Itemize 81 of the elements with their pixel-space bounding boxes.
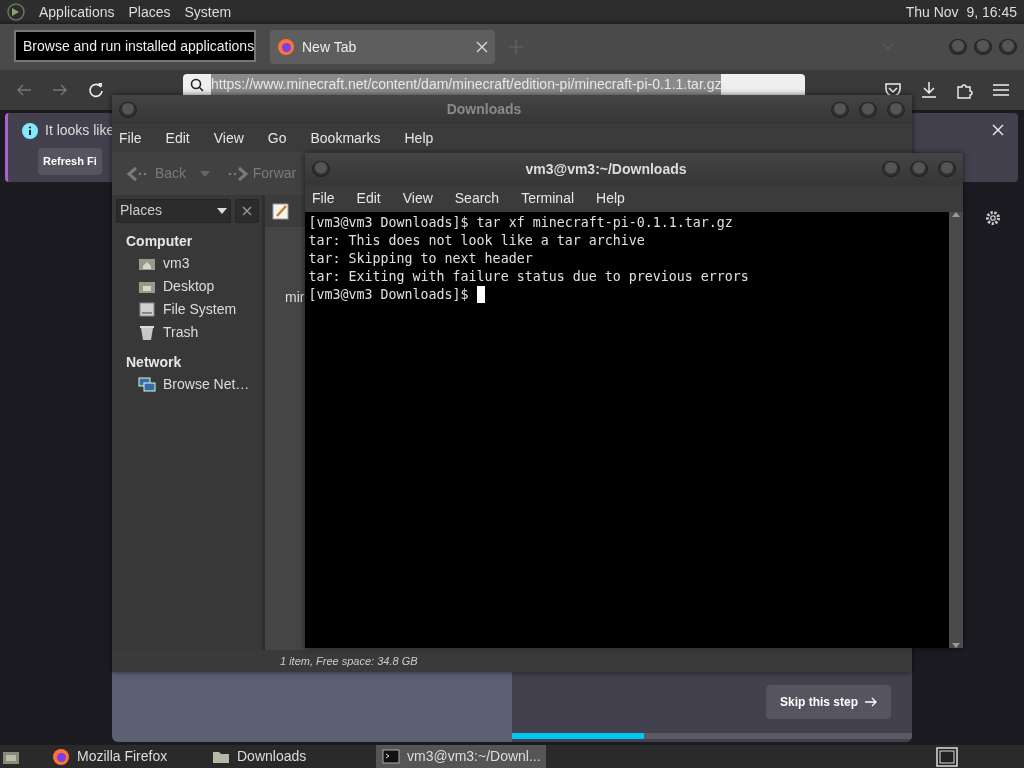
- status-text: 1 item, Free space: 34.8 GB: [280, 653, 418, 669]
- arrow-right-icon: [865, 696, 877, 707]
- menu-item[interactable]: File: [312, 188, 335, 209]
- firefox-icon: [277, 38, 295, 56]
- panel-menu[interactable]: Places: [128, 1, 171, 23]
- terminal-line: tar: Exiting with failure status due to previous errors: [308, 269, 749, 284]
- firefox-icon: [52, 748, 70, 765]
- text-cursor: [476, 286, 485, 303]
- section-heading: Network: [125, 352, 183, 372]
- panel-menu[interactable]: System: [184, 1, 232, 23]
- scrollbar[interactable]: [949, 212, 963, 648]
- sidebar-item[interactable]: Trash: [112, 320, 262, 344]
- menu-item[interactable]: Search: [454, 188, 500, 209]
- scroll-down-icon: [952, 643, 960, 648]
- minimize-button[interactable]: [882, 161, 900, 177]
- menu-item[interactable]: Edit: [165, 127, 190, 149]
- close-icon[interactable]: [476, 41, 488, 53]
- forward-arrow-icon: [227, 165, 250, 182]
- places-dropdown[interactable]: Places: [115, 198, 231, 223]
- close-button[interactable]: [234, 198, 259, 223]
- sidebar-item[interactable]: File System: [112, 297, 262, 321]
- tooltip: Browse and run installed applications: [14, 30, 256, 62]
- close-icon: [241, 205, 252, 216]
- caret-icon: [216, 207, 227, 214]
- pocket-icon[interactable]: [884, 82, 902, 98]
- menu-item[interactable]: View: [213, 127, 244, 149]
- taskbar-button[interactable]: Downloads: [206, 745, 366, 768]
- menu-icon[interactable]: [992, 83, 1010, 97]
- maximize-button[interactable]: [974, 39, 992, 55]
- menu-item[interactable]: View: [402, 188, 433, 209]
- workspace-icon[interactable]: [936, 746, 958, 767]
- info-icon: [22, 122, 38, 139]
- window-menu-button[interactable]: [119, 101, 137, 118]
- panel-menu[interactable]: Applications: [39, 1, 115, 23]
- puzzle-icon[interactable]: [956, 81, 974, 99]
- clock: Thu Nov 9, 16:45: [905, 2, 1017, 22]
- refresh-button[interactable]: Refresh Fi: [38, 148, 102, 175]
- terminal-prompt: [vm3@vm3 Downloads]$: [308, 287, 470, 302]
- back-arrow-icon[interactable]: [16, 83, 32, 97]
- sidebar-item[interactable]: Desktop: [112, 274, 262, 298]
- forward-arrow-icon[interactable]: [52, 83, 68, 97]
- menu-item[interactable]: Edit: [356, 188, 381, 209]
- taskbar-button[interactable]: vm3@vm3:~/Downl...: [376, 745, 546, 768]
- menu-item[interactable]: Help: [404, 127, 434, 149]
- terminal-line: [vm3@vm3 Downloads]$ tar xf minecraft-pi-0.1.1.tar.gz: [308, 215, 733, 230]
- menu-item[interactable]: File: [119, 127, 142, 149]
- url-text: https://www.minecraft.net/content/dam/minecraft/edition-pi/minecraft-pi-0.1.1.tar.gz: [211, 74, 722, 95]
- search-icon: [190, 77, 204, 92]
- download-icon[interactable]: [920, 81, 938, 99]
- maximize-button[interactable]: [859, 101, 877, 118]
- drive-icon: [138, 300, 156, 318]
- section-heading: Computer: [125, 231, 194, 251]
- menu-item[interactable]: Help: [596, 188, 625, 209]
- terminal-icon: [382, 748, 400, 765]
- back-arrow-icon: [126, 165, 148, 182]
- tab-title: New Tab: [302, 37, 357, 57]
- window-title: vm3@vm3:~/Downloads: [524, 159, 688, 179]
- minimize-button[interactable]: [949, 39, 967, 55]
- menu-item[interactable]: Bookmarks: [310, 127, 381, 149]
- terminal-line: tar: This does not look like a tar archive: [308, 233, 645, 248]
- network-icon: [138, 375, 156, 393]
- settings-icon[interactable]: [984, 209, 1002, 227]
- taskbar-button[interactable]: Mozilla Firefox: [46, 745, 206, 768]
- trash-icon: [138, 323, 156, 341]
- menu-item[interactable]: Terminal: [521, 188, 575, 209]
- browser-tab[interactable]: New Tab: [270, 30, 495, 64]
- edit-icon[interactable]: [272, 202, 290, 220]
- window-menu-button[interactable]: [312, 161, 330, 177]
- logo-icon[interactable]: [7, 3, 25, 21]
- terminal-line: tar: Skipping to next header: [308, 251, 533, 266]
- menu-item[interactable]: Go: [267, 127, 287, 149]
- sidebar-item[interactable]: Browse Net…: [112, 372, 262, 396]
- reload-icon[interactable]: [88, 82, 104, 98]
- window-title: Downloads: [445, 100, 523, 119]
- caret-icon[interactable]: [200, 170, 211, 177]
- file-name[interactable]: mir: [285, 287, 305, 308]
- maximize-button[interactable]: [910, 161, 928, 177]
- sidebar-item[interactable]: vm3: [112, 251, 262, 275]
- skip-button[interactable]: Skip this step: [765, 684, 891, 719]
- close-icon[interactable]: [992, 124, 1004, 136]
- minimize-button[interactable]: [831, 101, 849, 118]
